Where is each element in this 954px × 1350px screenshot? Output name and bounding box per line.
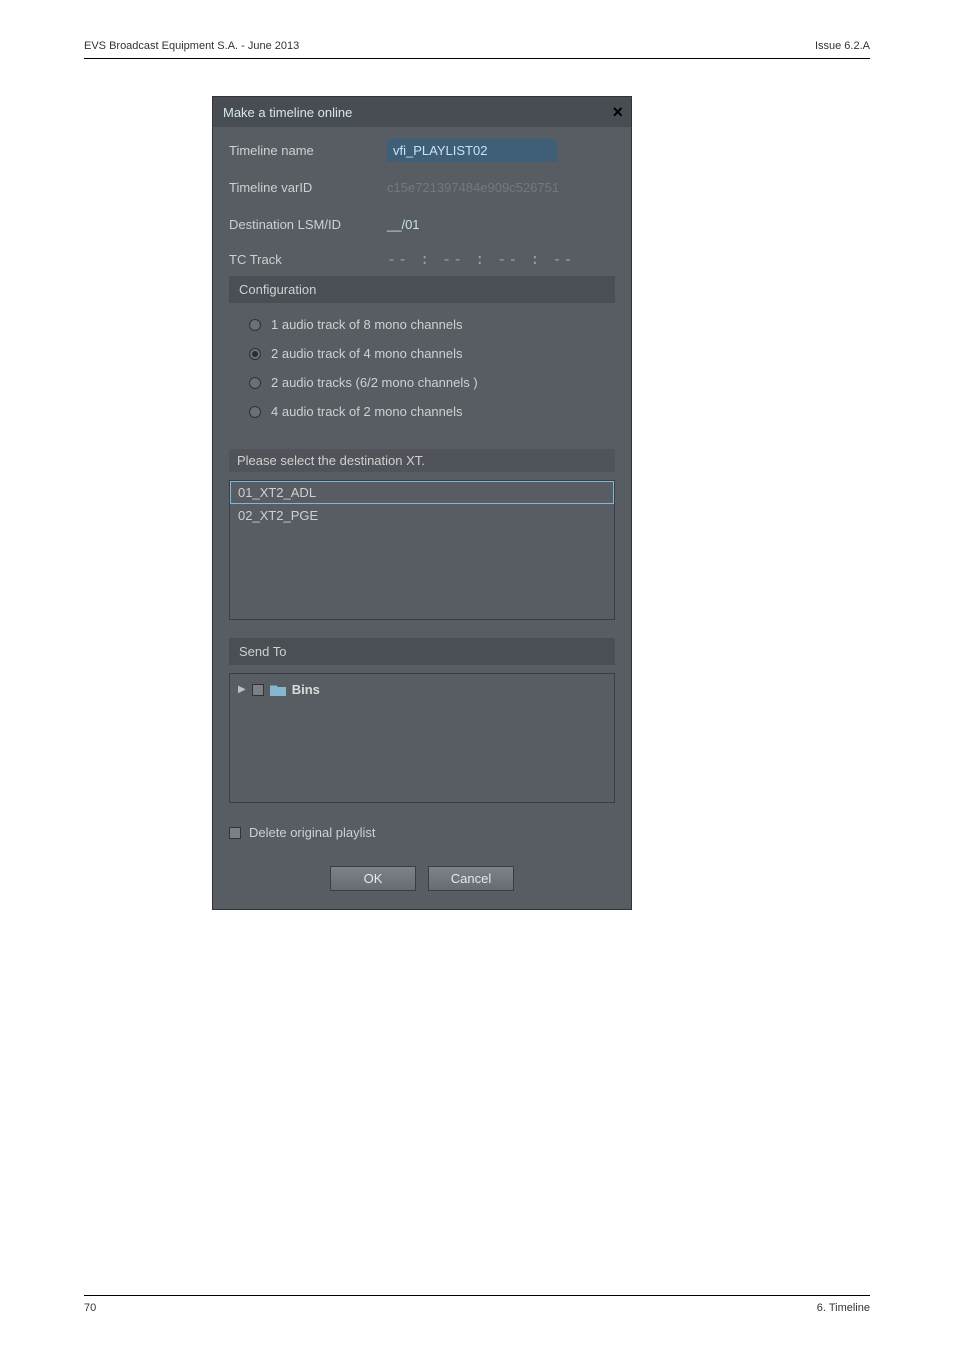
timeline-varid-value: c15e721397484e909c526751 [387, 176, 607, 199]
row-dest-lsmid: Destination LSM/ID __/01 [229, 213, 615, 236]
radio-icon [249, 319, 261, 331]
dest-item-02-xt2-pge[interactable]: 02_XT2_PGE [230, 504, 614, 527]
radio-1-track-8-mono[interactable]: 1 audio track of 8 mono channels [249, 317, 605, 332]
sendto-header: Send To [229, 638, 615, 665]
sendto-tree[interactable]: ▶ Bins [229, 673, 615, 803]
radio-label: 2 audio tracks (6/2 mono channels ) [271, 375, 478, 390]
radio-label: 1 audio track of 8 mono channels [271, 317, 463, 332]
dialog-content: Timeline name vfi_PLAYLIST02 Timeline va… [213, 127, 631, 909]
radio-label: 4 audio track of 2 mono channels [271, 404, 463, 419]
row-timeline-name: Timeline name vfi_PLAYLIST02 [229, 139, 615, 162]
footer-pagenum: 70 [84, 1302, 96, 1314]
close-icon[interactable]: × [612, 103, 623, 121]
dialog-title: Make a timeline online [223, 105, 352, 120]
header-company: EVS Broadcast Equipment S.A. - June 2013 [84, 40, 299, 52]
row-tctrack: TC Track -- : -- : -- : -- [229, 250, 615, 268]
header-issue: Issue 6.2.A [815, 40, 870, 52]
radio-label: 2 audio track of 4 mono channels [271, 346, 463, 361]
label-tctrack: TC Track [229, 252, 387, 267]
ok-button[interactable]: OK [330, 866, 416, 891]
radio-icon [249, 348, 261, 360]
radio-2-track-4-mono[interactable]: 2 audio track of 4 mono channels [249, 346, 605, 361]
bins-label: Bins [292, 682, 320, 697]
cancel-button[interactable]: Cancel [428, 866, 514, 891]
configuration-header: Configuration [229, 276, 615, 303]
delete-original-playlist-checkbox[interactable]: Delete original playlist [229, 825, 615, 840]
dest-item-01-xt2-adl[interactable]: 01_XT2_ADL [230, 481, 614, 504]
bins-tree-item[interactable]: ▶ Bins [238, 682, 606, 697]
radio-icon [249, 406, 261, 418]
folder-icon [270, 683, 286, 696]
label-timeline-name: Timeline name [229, 143, 387, 158]
label-dest-lsmid: Destination LSM/ID [229, 217, 387, 232]
radio-2-tracks-6-2-mono[interactable]: 2 audio tracks (6/2 mono channels ) [249, 375, 605, 390]
destination-xt-list[interactable]: 01_XT2_ADL 02_XT2_PGE [229, 480, 615, 620]
audio-config-radiogroup: 1 audio track of 8 mono channels 2 audio… [229, 303, 615, 433]
timeline-name-input[interactable]: vfi_PLAYLIST02 [387, 139, 557, 162]
page-header: EVS Broadcast Equipment S.A. - June 2013… [0, 0, 954, 67]
page-footer: 70 6. Timeline [84, 1295, 870, 1314]
footer-section: 6. Timeline [817, 1302, 870, 1314]
dest-lsmid-input[interactable]: __/01 [387, 213, 420, 236]
tctrack-value: -- : -- : -- : -- [387, 250, 575, 268]
checkbox-icon [229, 827, 241, 839]
disclosure-triangle-icon[interactable]: ▶ [238, 684, 246, 695]
bins-checkbox[interactable] [252, 684, 264, 696]
label-timeline-varid: Timeline varID [229, 180, 387, 195]
destination-xt-label: Please select the destination XT. [229, 449, 615, 472]
dialog-buttons: OK Cancel [229, 866, 615, 891]
titlebar: Make a timeline online × [213, 97, 631, 127]
dialog-make-timeline-online: Make a timeline online × Timeline name v… [212, 96, 632, 910]
radio-4-track-2-mono[interactable]: 4 audio track of 2 mono channels [249, 404, 605, 419]
delete-label: Delete original playlist [249, 825, 375, 840]
row-timeline-varid: Timeline varID c15e721397484e909c526751 [229, 176, 615, 199]
radio-icon [249, 377, 261, 389]
